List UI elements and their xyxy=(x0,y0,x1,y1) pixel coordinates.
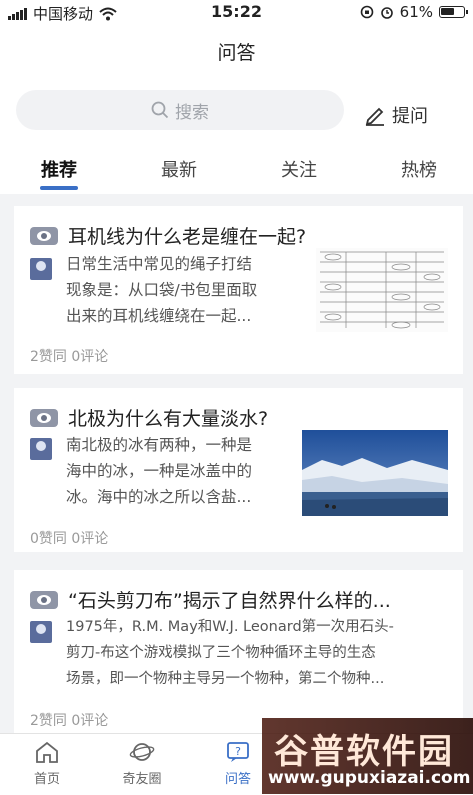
excerpt-line: 场景，即一个物种主导另一个物种，第二个物种... xyxy=(66,671,385,687)
question-card[interactable]: 耳机线为什么老是缠在一起? 日常生活中常见的绳子打结 现象是：从口袋/书包里面取… xyxy=(14,206,463,374)
excerpt-line: 冰。海中的冰之所以含盐... xyxy=(66,488,252,506)
pencil-icon xyxy=(365,107,384,126)
tabbar-home[interactable]: 首页 xyxy=(17,740,77,787)
question-title[interactable]: 北极为什么有大量淡水? xyxy=(68,404,268,431)
qa-icon: ? xyxy=(227,742,249,762)
question-card[interactable]: “石头剪刀布”揭示了自然界什么样的... 1975年，R.M. May和W.J.… xyxy=(14,570,463,733)
tabbar-friends-label: 奇友圈 xyxy=(122,772,162,787)
header: 问答 搜索 提问 推荐 最新 关注 热榜 xyxy=(0,24,473,194)
question-excerpt: 1975年，R.M. May和W.J. Leonard第一次用石头- 剪刀-布这… xyxy=(66,614,458,692)
question-title[interactable]: 耳机线为什么老是缠在一起? xyxy=(68,222,306,249)
tab-hot[interactable]: 热榜 xyxy=(379,156,459,182)
question-excerpt: 日常生活中常见的绳子打结 现象是：从口袋/书包里面取 出来的耳机线缠绕在一起..… xyxy=(66,251,257,329)
tabbar-friends[interactable]: 奇友圈 xyxy=(112,740,172,787)
search-placeholder: 搜索 xyxy=(175,102,209,123)
excerpt-line: 1975年，R.M. May和W.J. Leonard第一次用石头- xyxy=(66,619,394,635)
excerpt-line: 剪刀-布这个游戏模拟了三个物种循环主导的生态 xyxy=(66,645,376,661)
excerpt-line: 现象是：从口袋/书包里面取 xyxy=(66,281,258,299)
ask-button[interactable]: 提问 xyxy=(364,102,428,128)
ask-label: 提问 xyxy=(392,106,428,127)
tabbar-qa-label: 问答 xyxy=(224,772,251,787)
question-meta: 2赞同 0评论 xyxy=(30,713,109,729)
tab-latest[interactable]: 最新 xyxy=(139,156,219,182)
avatar xyxy=(30,258,52,280)
excerpt-line: 出来的耳机线缠绕在一起... xyxy=(66,307,252,325)
avatar xyxy=(30,621,52,643)
tabbar-home-label: 首页 xyxy=(33,772,60,787)
eye-icon xyxy=(30,226,58,245)
home-icon xyxy=(36,741,58,763)
question-meta: 0赞同 0评论 xyxy=(30,531,109,547)
tab-strip: 推荐 最新 关注 热榜 xyxy=(0,156,473,194)
knot-table-thumbnail xyxy=(316,248,448,332)
excerpt-line: 海中的冰，一种是冰盖中的 xyxy=(66,462,253,480)
tabbar-qa[interactable]: ? 问答 xyxy=(208,740,268,787)
page-title: 问答 xyxy=(217,42,256,64)
battery-icon xyxy=(439,6,468,18)
avatar xyxy=(30,438,52,460)
question-header: 北极为什么有大量淡水? xyxy=(30,404,268,431)
watermark: 谷普软件园 www.gupuxiazai.com xyxy=(262,718,473,794)
question-excerpt: 南北极的冰有两种，一种是 海中的冰，一种是冰盖中的 冰。海中的冰之所以含盐... xyxy=(66,432,252,510)
watermark-url: www.gupuxiazai.com xyxy=(268,768,471,788)
question-title[interactable]: “石头剪刀布”揭示了自然界什么样的... xyxy=(68,586,391,613)
alarm-icon xyxy=(380,7,393,19)
planet-icon xyxy=(129,743,155,761)
eye-icon xyxy=(30,590,58,609)
question-meta: 2赞同 0评论 xyxy=(30,349,109,365)
tab-follow[interactable]: 关注 xyxy=(259,156,339,182)
watermark-title: 谷普软件园 xyxy=(274,732,454,772)
tab-recommend[interactable]: 推荐 xyxy=(19,156,99,182)
search-icon xyxy=(151,101,169,119)
excerpt-line: 日常生活中常见的绳子打结 xyxy=(66,255,253,273)
active-tab-indicator xyxy=(40,186,78,190)
question-header: 耳机线为什么老是缠在一起? xyxy=(30,222,306,249)
excerpt-line: 南北极的冰有两种，一种是 xyxy=(66,436,253,454)
status-right: 61% xyxy=(360,3,468,21)
status-bar: 中国移动 15:22 61% xyxy=(0,0,473,24)
glacier-photo xyxy=(302,430,448,516)
eye-icon xyxy=(30,408,58,427)
rotation-lock-icon xyxy=(360,5,373,19)
svg-text:?: ? xyxy=(235,745,241,758)
question-card[interactable]: 北极为什么有大量淡水? 南北极的冰有两种，一种是 海中的冰，一种是冰盖中的 冰。… xyxy=(14,388,463,552)
question-header: “石头剪刀布”揭示了自然界什么样的... xyxy=(30,586,391,613)
search-bar[interactable]: 搜索 xyxy=(16,90,344,130)
battery-percent: 61% xyxy=(399,3,433,21)
